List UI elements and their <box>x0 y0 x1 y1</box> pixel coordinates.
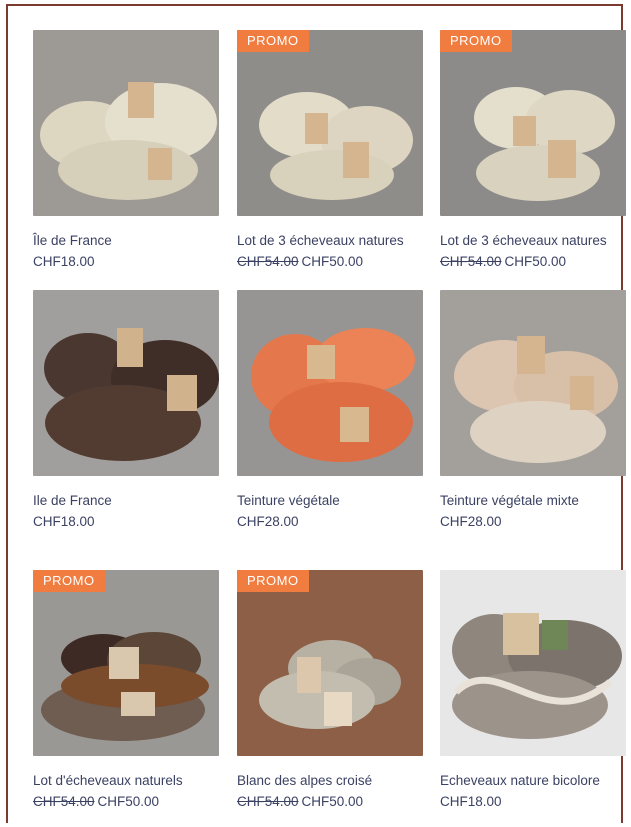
product-card[interactable]: PROMO Lot de 3 écheveaux natures CHF54.0… <box>440 30 626 271</box>
product-image[interactable]: PROMO <box>33 570 219 756</box>
product-price-row: CHF18.00 <box>33 253 219 271</box>
product-card[interactable]: Ile de France CHF18.00 <box>33 290 219 531</box>
product-price: CHF18.00 <box>33 254 95 269</box>
product-image[interactable]: PROMO <box>237 570 423 756</box>
product-name[interactable]: Teinture végétale <box>237 492 423 510</box>
yarn-image <box>33 30 219 216</box>
product-image[interactable] <box>33 30 219 216</box>
product-card[interactable]: Île de France CHF18.00 <box>33 30 219 271</box>
product-card[interactable]: PROMO Lot de 3 écheveaux natures CHF54.0… <box>237 30 423 271</box>
product-name[interactable]: Île de France <box>33 232 219 250</box>
product-name[interactable]: Lot de 3 écheveaux natures <box>440 232 626 250</box>
product-name[interactable]: Lot de 3 écheveaux natures <box>237 232 423 250</box>
promo-badge: PROMO <box>33 570 105 592</box>
product-price-row: CHF54.00 CHF50.00 <box>237 793 423 811</box>
product-price: CHF50.00 <box>97 794 160 809</box>
product-price: CHF50.00 <box>301 254 364 269</box>
product-image[interactable] <box>440 290 626 476</box>
yarn-image <box>237 30 423 216</box>
product-price: CHF28.00 <box>237 514 299 529</box>
product-price: CHF18.00 <box>33 514 95 529</box>
yarn-image <box>440 30 626 216</box>
product-price-row: CHF54.00 CHF50.00 <box>440 253 626 271</box>
product-image[interactable] <box>237 290 423 476</box>
yarn-image <box>33 290 219 476</box>
product-image[interactable] <box>440 570 626 756</box>
yarn-image <box>237 570 423 756</box>
old-price: CHF54.00 <box>237 254 299 269</box>
product-price: CHF28.00 <box>440 514 502 529</box>
product-price-row: CHF54.00 CHF50.00 <box>33 793 219 811</box>
yarn-image <box>440 290 626 476</box>
product-price-row: CHF28.00 <box>440 513 626 531</box>
product-card[interactable]: Echeveaux nature bicolore CHF18.00 <box>440 570 626 811</box>
promo-badge: PROMO <box>440 30 512 52</box>
product-name[interactable]: Blanc des alpes croisé <box>237 772 423 790</box>
promo-badge: PROMO <box>237 570 309 592</box>
product-card[interactable]: PROMO Blanc des alpes croisé CHF54.00 CHF… <box>237 570 423 811</box>
product-price: CHF18.00 <box>440 794 502 809</box>
yarn-image <box>440 570 626 756</box>
product-image[interactable]: PROMO <box>440 30 626 216</box>
product-image[interactable]: PROMO <box>237 30 423 216</box>
product-price-row: CHF28.00 <box>237 513 423 531</box>
product-name[interactable]: Ile de France <box>33 492 219 510</box>
promo-badge: PROMO <box>237 30 309 52</box>
product-image[interactable] <box>33 290 219 476</box>
product-price-row: CHF18.00 <box>33 513 219 531</box>
old-price: CHF54.00 <box>237 794 299 809</box>
product-card[interactable]: Teinture végétale CHF28.00 <box>237 290 423 531</box>
product-name[interactable]: Echeveaux nature bicolore <box>440 772 626 790</box>
product-price-row: CHF18.00 <box>440 793 626 811</box>
old-price: CHF54.00 <box>440 254 502 269</box>
yarn-image <box>237 290 423 476</box>
old-price: CHF54.00 <box>33 794 95 809</box>
product-price: CHF50.00 <box>301 794 364 809</box>
product-name[interactable]: Teinture végétale mixte <box>440 492 626 510</box>
yarn-image <box>33 570 219 756</box>
product-card[interactable]: PROMO Lot d'écheveaux naturels CHF54.00 C… <box>33 570 219 811</box>
product-name[interactable]: Lot d'écheveaux naturels <box>33 772 219 790</box>
product-card[interactable]: Teinture végétale mixte CHF28.00 <box>440 290 626 531</box>
product-price: CHF50.00 <box>504 254 567 269</box>
product-price-row: CHF54.00 CHF50.00 <box>237 253 423 271</box>
